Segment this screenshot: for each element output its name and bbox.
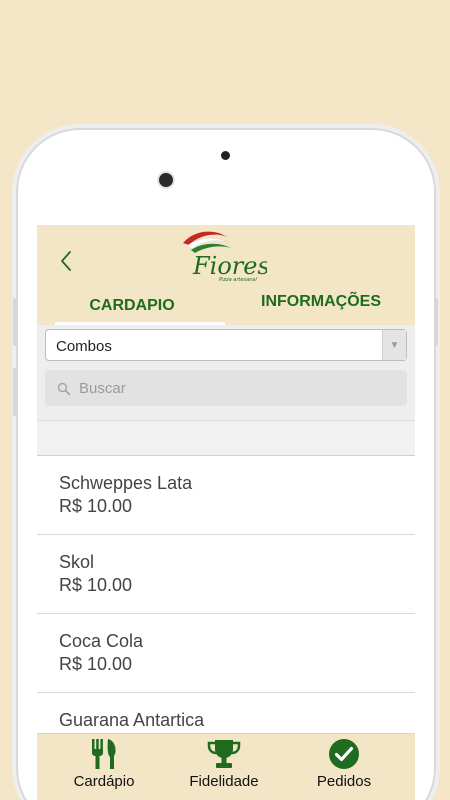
list-item[interactable]: Coca Cola R$ 10.00 — [37, 614, 415, 693]
nav-fidelidade[interactable]: Fidelidade — [172, 734, 276, 800]
nav-pedidos-label: Pedidos — [316, 773, 372, 790]
tab-cardapio-label: CARDAPIO — [89, 297, 175, 314]
item-name: Coca Cola — [59, 631, 144, 651]
tab-bar: CARDAPIO INFORMAÇÕES — [37, 287, 415, 325]
list-item[interactable]: Skol R$ 10.00 — [37, 535, 415, 614]
app-header: Fioresi Pizza artesanal CARDAPIO INFORMA… — [37, 225, 415, 325]
filter-area: Combos ▼ — [37, 325, 415, 420]
search-icon — [57, 382, 71, 396]
nav-pedidos[interactable]: Pedidos — [292, 734, 396, 800]
tab-informacoes-label: INFORMAÇÕES — [261, 293, 381, 310]
tab-informacoes[interactable]: INFORMAÇÕES — [227, 283, 415, 321]
item-price: R$ 10.00 — [59, 496, 133, 516]
phone-speaker-dot — [221, 151, 230, 160]
item-name: Schweppes Lata — [59, 473, 193, 493]
phone-side-button-power — [434, 298, 438, 346]
item-price: R$ 10.00 — [59, 575, 133, 595]
item-price: R$ 10.00 — [59, 654, 133, 674]
item-name: Guarana Antartica — [59, 710, 205, 730]
category-select-value: Combos — [56, 338, 112, 355]
phone-side-button-mute — [13, 298, 17, 346]
cutlery-icon — [92, 739, 116, 769]
list-header-divider — [37, 420, 415, 456]
search-box[interactable] — [45, 370, 407, 406]
menu-list: Schweppes Lata R$ 10.00 Skol R$ 10.00 Co… — [37, 456, 415, 772]
svg-text:Fioresi: Fioresi — [192, 252, 267, 280]
list-item[interactable]: Schweppes Lata R$ 10.00 — [37, 456, 415, 535]
dropdown-arrow-icon: ▼ — [382, 330, 406, 360]
chevron-left-icon — [61, 251, 71, 271]
back-button[interactable] — [55, 247, 79, 275]
trophy-icon — [207, 740, 241, 768]
app-screen: Fioresi Pizza artesanal CARDAPIO INFORMA… — [37, 225, 415, 800]
phone-side-button-volume — [13, 368, 17, 416]
nav-fidelidade-label: Fidelidade — [189, 773, 259, 790]
fioresi-logo: Fioresi Pizza artesanal — [175, 227, 277, 285]
nav-cardapio[interactable]: Cardápio — [52, 734, 156, 800]
phone-camera — [159, 173, 173, 187]
category-select[interactable]: Combos ▼ — [45, 329, 407, 361]
bottom-nav: Cardápio Fidelidade Pedidos — [37, 733, 415, 800]
check-circle-icon — [329, 739, 359, 769]
tab-cardapio[interactable]: CARDAPIO — [37, 287, 227, 325]
nav-cardapio-label: Cardápio — [73, 773, 135, 790]
search-input[interactable] — [77, 370, 397, 406]
item-name: Skol — [59, 552, 95, 572]
